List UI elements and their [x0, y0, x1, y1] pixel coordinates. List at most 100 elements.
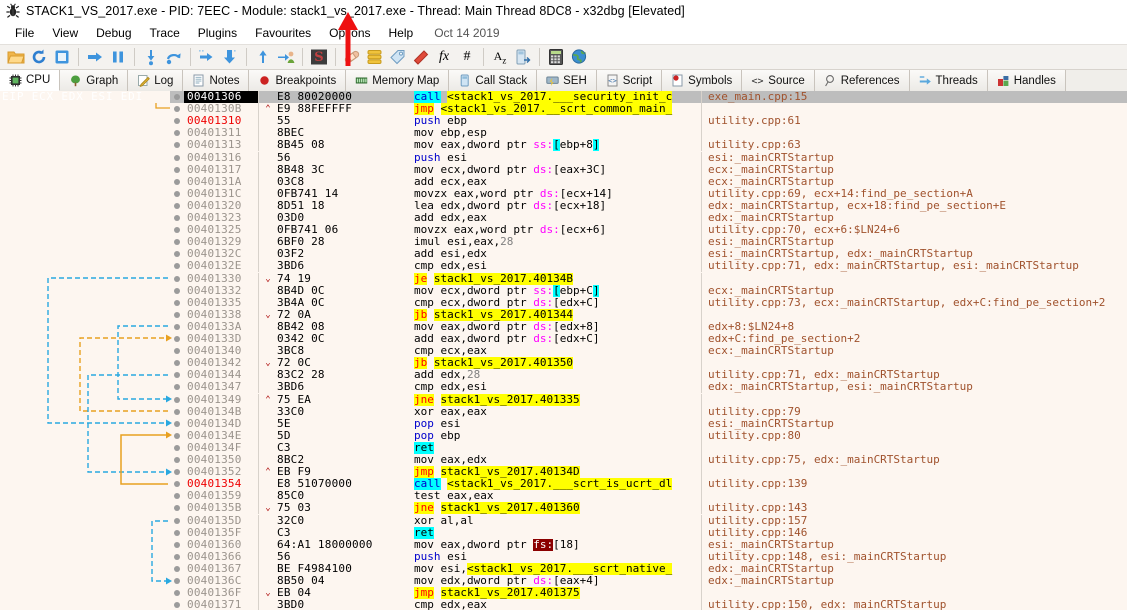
instruction-cell[interactable]: mov ecx,dword ptr ds:[eax+3C] — [414, 163, 702, 176]
breakpoint-toggle[interactable] — [170, 236, 184, 248]
disassembly-row[interactable]: 00401367 BE F4984100 mov esi,<stack1_vs_20… — [0, 562, 1127, 575]
opcode-bytes-cell[interactable]: 3BD6 — [277, 260, 411, 272]
breakpoint-toggle[interactable] — [170, 321, 184, 333]
disassembly-row[interactable]: 00401359 85C0 test eax,eax — [0, 490, 1127, 503]
comment-cell[interactable]: ecx:_mainCRTStartup — [705, 285, 1127, 297]
instruction-cell[interactable]: jne stack1_vs_2017.401335 — [414, 393, 702, 406]
opcode-bytes-cell[interactable]: 3B4A 0C — [277, 296, 411, 309]
disassembly-row[interactable]: 00401317 8B48 3C mov ecx,dword ptr ds:[eax… — [0, 163, 1127, 176]
breakpoint-toggle[interactable] — [170, 406, 184, 418]
breakpoint-toggle[interactable] — [170, 200, 184, 212]
instruction-cell[interactable]: add eax,dword ptr ds:[edx+C] — [414, 333, 702, 346]
disassembly-row[interactable]: 0040135F C3 ret utility.cpp:146 — [0, 526, 1127, 539]
disassembly-row[interactable]: 00401371 3BD0 cmp edx,eax utility.cpp:150, … — [0, 599, 1127, 610]
opcode-bytes-cell[interactable]: 5E — [277, 417, 411, 430]
address-cell[interactable]: 00401313 — [184, 139, 259, 152]
disassembly-row[interactable]: 0040136F ⌄ EB 04 jmp stack1_vs_2017.401375 — [0, 586, 1127, 600]
disassembly-row[interactable]: 0040133A 8B42 08 mov eax,dword ptr ds:[edx… — [0, 320, 1127, 333]
instruction-cell[interactable]: cmp edx,esi — [414, 260, 702, 273]
address-cell[interactable]: 00401360 — [184, 538, 259, 551]
instruction-cell[interactable]: jb stack1_vs_2017.401344 — [414, 308, 702, 321]
comment-cell[interactable]: utility.cpp:61 — [705, 115, 1127, 127]
comment-cell[interactable] — [705, 103, 1127, 115]
address-cell[interactable]: 0040134D — [184, 417, 259, 430]
instruction-cell[interactable]: mov eax,dword ptr ss:[ebp+8] — [414, 139, 702, 152]
comment-cell[interactable]: utility.cpp:63 — [705, 139, 1127, 151]
tab-graph[interactable]: Graph — [60, 70, 129, 91]
comment-cell[interactable]: utility.cpp:139 — [705, 478, 1127, 490]
trace-over-icon[interactable] — [219, 46, 241, 68]
run-icon[interactable] — [84, 46, 106, 68]
comment-cell[interactable]: utility.cpp:69, ecx+14:find_pe_section+A — [705, 188, 1127, 200]
comment-cell[interactable]: edx:_mainCRTStartup, esi:_mainCRTStartup — [705, 381, 1127, 393]
comment-cell[interactable] — [705, 490, 1127, 502]
breakpoint-toggle[interactable] — [170, 333, 184, 345]
opcode-bytes-cell[interactable]: 75 EA — [277, 393, 411, 406]
breakpoint-toggle[interactable] — [170, 551, 184, 563]
comment-cell[interactable]: esi:_mainCRTStartup — [705, 236, 1127, 248]
step-into-icon[interactable] — [140, 46, 162, 68]
disassembly-row[interactable]: 00401306 E8 80020000 call <stack1_vs_2017.… — [0, 91, 1127, 104]
comment-cell[interactable] — [705, 394, 1127, 406]
instruction-cell[interactable]: cmp edx,eax — [414, 599, 702, 610]
breakpoint-toggle[interactable] — [170, 103, 184, 115]
disassembly-row[interactable]: 0040132E 3BD6 cmp edx,esi utility.cpp:71, e… — [0, 260, 1127, 273]
disassembly-row[interactable]: 00401320 8D51 18 lea edx,dword ptr ds:[ecx… — [0, 199, 1127, 212]
instruction-cell[interactable]: imul esi,eax,28 — [414, 236, 702, 249]
functions-icon[interactable]: fx — [433, 46, 455, 68]
disassembly-row[interactable]: 00401350 8BC2 mov eax,edx utility.cpp:75, e… — [0, 453, 1127, 467]
disassembly-row[interactable]: 0040131C 0FB741 14 movzx eax,word ptr ds:[… — [0, 187, 1127, 200]
breakpoint-toggle[interactable] — [170, 273, 184, 285]
breakpoint-toggle[interactable] — [170, 297, 184, 309]
address-cell[interactable]: 0040134B — [184, 405, 259, 418]
disassembly-row[interactable]: 0040134F C3 ret — [0, 441, 1127, 454]
comment-cell[interactable]: utility.cpp:71, edx:_mainCRTStartup — [705, 369, 1127, 381]
comment-cell[interactable]: edx:_mainCRTStartup — [705, 212, 1127, 224]
comment-cell[interactable]: utility.cpp:75, edx:_mainCRTStartup — [705, 454, 1127, 466]
comment-cell[interactable]: edx+8:$LN24+8 — [705, 321, 1127, 333]
tab-symbols[interactable]: Symbols — [662, 70, 743, 91]
tab-source[interactable]: <> Source — [742, 70, 815, 91]
comment-cell[interactable] — [705, 587, 1127, 599]
breakpoint-toggle[interactable] — [170, 285, 184, 297]
instruction-cell[interactable]: jmp stack1_vs_2017.401375 — [414, 587, 702, 600]
instruction-cell[interactable]: mov edx,dword ptr ds:[eax+4] — [414, 575, 702, 588]
disassembly-row[interactable]: 0040130B ⌃ E9 88FEFFFF jmp <stack1_vs_2017.… — [0, 102, 1127, 116]
breakpoint-toggle[interactable] — [170, 394, 184, 406]
instruction-cell[interactable]: mov esi,<stack1_vs_2017.___scrt_native_ — [414, 562, 702, 575]
instruction-cell[interactable]: mov ecx,dword ptr ss:[ebp+C] — [414, 284, 702, 297]
disassembly-row[interactable]: 0040135D 32C0 xor al,al utility.cpp:157 — [0, 514, 1127, 527]
instruction-cell[interactable]: push ebp — [414, 115, 702, 128]
address-cell[interactable]: 00401335 — [184, 296, 259, 309]
disassembly-row[interactable]: 00401313 8B45 08 mov eax,dword ptr ss:[ebp… — [0, 139, 1127, 152]
instruction-cell[interactable]: add edx,eax — [414, 212, 702, 225]
instruction-cell[interactable]: call <stack1_vs_2017.___scrt_is_ucrt_dl — [414, 478, 702, 491]
globe-icon[interactable] — [568, 46, 590, 68]
instruction-cell[interactable]: push esi — [414, 151, 702, 164]
disassembly-row[interactable]: 0040136C 8B50 04 mov edx,dword ptr ds:[eax… — [0, 574, 1127, 588]
comment-cell[interactable] — [705, 309, 1127, 321]
instruction-cell[interactable]: mov eax,dword ptr ds:[edx+8] — [414, 320, 702, 333]
comment-cell[interactable] — [705, 357, 1127, 369]
address-cell[interactable]: 00401347 — [184, 381, 259, 394]
menu-item-plugins[interactable]: Plugins — [189, 24, 246, 42]
instruction-cell[interactable]: ret — [414, 441, 702, 454]
breakpoint-toggle[interactable] — [170, 224, 184, 236]
instruction-cell[interactable]: movzx eax,word ptr ds:[ecx+14] — [414, 187, 702, 200]
calculator-icon[interactable] — [545, 46, 567, 68]
menu-item-debug[interactable]: Debug — [87, 24, 140, 42]
disassembly-row[interactable]: 00401330 ⌄ 74 19 je stack1_vs_2017.40134B — [0, 272, 1127, 285]
breakpoint-toggle[interactable] — [170, 212, 184, 224]
disassembly-row[interactable]: 00401344 83C2 28 add edx,28 utility.cpp:71,… — [0, 369, 1127, 382]
disassembly-row[interactable]: 0040133D 0342 0C add eax,dword ptr ds:[edx… — [0, 332, 1127, 346]
menu-item-trace[interactable]: Trace — [141, 24, 189, 42]
instruction-cell[interactable]: test eax,eax — [414, 490, 702, 503]
opcode-bytes-cell[interactable]: 8B48 3C — [277, 163, 411, 176]
disassembly-row[interactable]: 0040134E 5D pop ebp utility.cpp:80 — [0, 429, 1127, 442]
comment-cell[interactable] — [705, 442, 1127, 454]
labels-icon[interactable] — [387, 46, 409, 68]
run-to-user-code-icon[interactable] — [275, 46, 297, 68]
breakpoint-toggle[interactable] — [170, 466, 184, 478]
breakpoint-toggle[interactable] — [170, 176, 184, 188]
strings-icon[interactable]: Az — [489, 46, 511, 68]
